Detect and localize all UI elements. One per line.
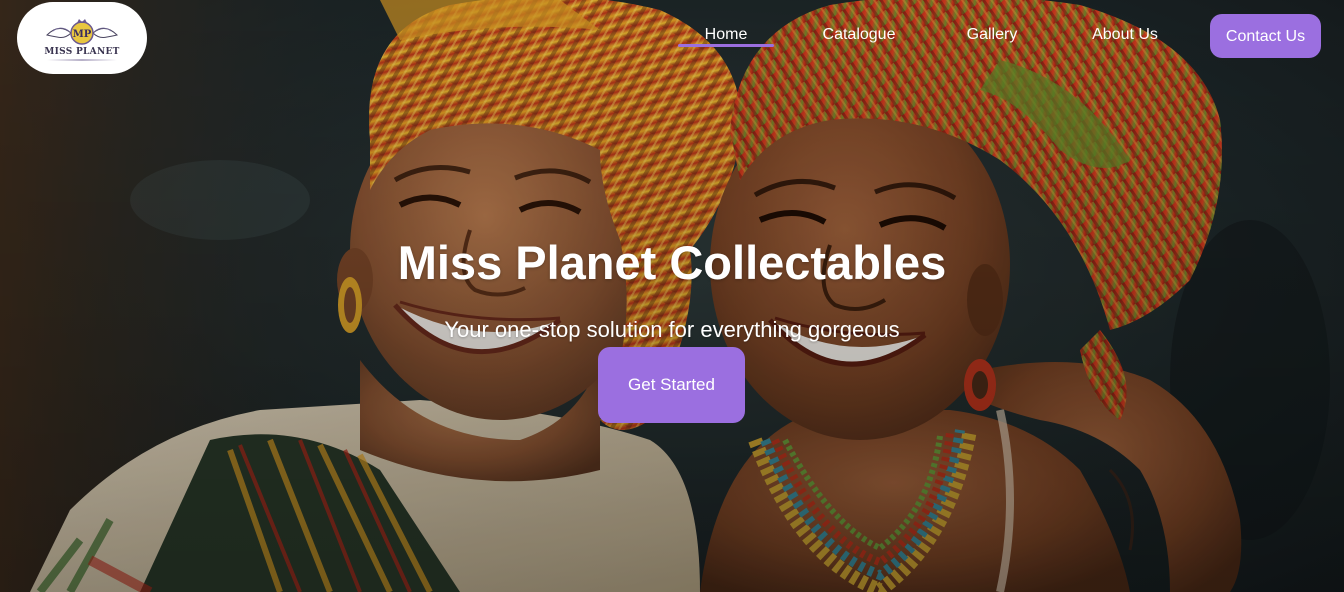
nav-item-label: Catalogue [822, 26, 896, 43]
hero-section: MP MISS PLANET Home Catalogue Gallery Ab… [0, 0, 1344, 592]
main-nav: Home Catalogue Gallery About Us Contact … [0, 0, 1344, 70]
nav-item-label: Gallery [966, 26, 1018, 43]
hero-subtitle: Your one-stop solution for everything go… [444, 317, 900, 342]
nav-item-catalogue[interactable]: Catalogue [810, 25, 908, 45]
contact-us-button[interactable]: Contact Us [1210, 14, 1321, 58]
nav-item-about-us[interactable]: About Us [1080, 25, 1170, 45]
get-started-button[interactable]: Get Started [598, 347, 745, 423]
hero-background-image [0, 0, 1344, 592]
nav-item-label: About Us [1092, 26, 1158, 43]
nav-item-label: Home [704, 26, 748, 43]
nav-item-home[interactable]: Home [678, 25, 774, 47]
active-nav-indicator [678, 44, 774, 47]
hero-title: Miss Planet Collectables [397, 236, 947, 289]
nav-item-gallery[interactable]: Gallery [950, 25, 1034, 45]
